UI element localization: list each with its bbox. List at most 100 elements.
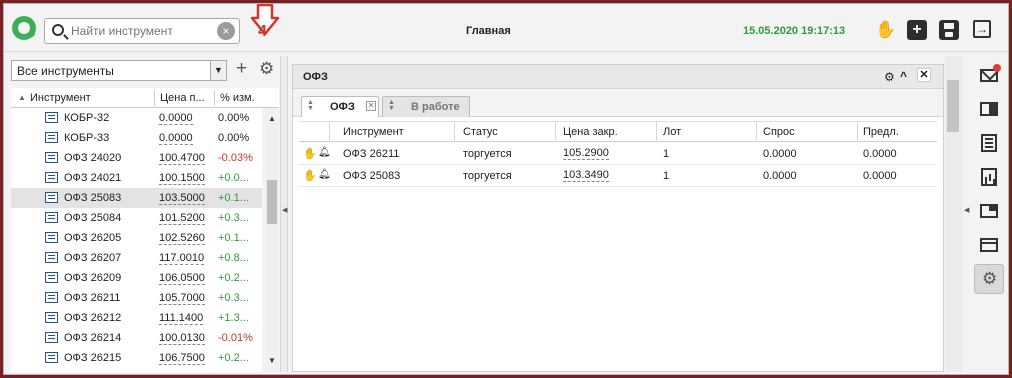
list-item[interactable]: КОБР-32 0.0000 0.00% — [11, 108, 262, 128]
instrument-change: -0.01% — [218, 332, 253, 344]
bonds-widget: ОФЗ ⚙ ^ ✕ ▲ ▼ ОФЗ ✕ ▲ ▼ В работе Инструмен… — [292, 64, 944, 372]
server-datetime: 15.05.2020 19:17:13 — [743, 25, 846, 37]
list-item[interactable]: ОФЗ 24021 100.1500 +0.0... — [11, 168, 262, 188]
list-item[interactable]: ОФЗ 26211 105.7000 +0.3... — [11, 288, 262, 308]
column-divider[interactable] — [154, 90, 155, 106]
column-divider[interactable] — [214, 90, 215, 106]
column-header-instrument[interactable]: Инструмент — [30, 92, 91, 104]
widget-settings-icon[interactable]: ⚙ — [884, 70, 895, 84]
bond-icon — [45, 252, 58, 263]
list-item[interactable]: ОФЗ 26209 106.0500 +0.2... — [11, 268, 262, 288]
card-button[interactable] — [974, 230, 1004, 260]
messages-button[interactable] — [974, 60, 1004, 90]
list-item[interactable]: ОФЗ 26214 100.0130 -0.01% — [11, 328, 262, 348]
instrument-change: 0.00% — [218, 112, 250, 124]
chart-icon — [981, 168, 997, 186]
window-button[interactable] — [974, 196, 1004, 226]
panel-button[interactable] — [974, 94, 1004, 124]
bond-icon — [45, 172, 58, 183]
hand-icon[interactable]: ✋ — [875, 20, 896, 40]
left-splitter[interactable]: ◀ — [280, 56, 288, 372]
gear-icon[interactable]: ⚙ — [259, 60, 274, 78]
table-row[interactable]: ✋ 🔔︎ ОФЗ 25083 торгуется 103.3490 1 0.0000 0.00… — [299, 165, 937, 187]
list-item[interactable]: ОФЗ 25084 101.5200 +0.3... — [11, 208, 262, 228]
collapse-right-icon[interactable]: ◀ — [964, 206, 969, 214]
annotation-number: 4 — [258, 23, 267, 40]
collapse-widget-icon[interactable]: ^ — [900, 69, 907, 83]
close-widget-button[interactable]: ✕ — [917, 68, 931, 82]
instrument-price: 100.4700 — [159, 152, 205, 165]
column-header-price[interactable]: Цена п... — [160, 92, 205, 104]
right-sidebar: ⚙ — [970, 56, 1008, 372]
list-item[interactable]: ОФЗ 26205 102.5260 +0.1... — [11, 228, 262, 248]
search-box[interactable]: × — [44, 18, 240, 44]
widget-title: ОФЗ — [303, 71, 328, 83]
bond-icon — [45, 352, 58, 363]
list-button[interactable] — [974, 128, 1004, 158]
bond-icon — [45, 312, 58, 323]
column-divider[interactable] — [329, 122, 330, 142]
widget-scrollbar[interactable] — [945, 56, 963, 372]
sort-asc-icon[interactable]: ▲ — [18, 93, 26, 102]
trade-hand-icon[interactable]: ✋ — [303, 169, 317, 182]
list-item[interactable]: ОФЗ 26212 111.1400 +1.3... — [11, 308, 262, 328]
chevron-down-icon[interactable]: ▼ — [210, 61, 226, 80]
list-item[interactable]: ОФЗ 26215 106.7500 +0.2... — [11, 348, 262, 368]
column-header-bid[interactable]: Спрос — [763, 126, 795, 138]
add-instrument-button[interactable]: + — [236, 59, 247, 78]
scroll-down-icon[interactable]: ▼ — [268, 356, 276, 365]
column-header-ask[interactable]: Предл. — [863, 126, 899, 138]
column-header-status[interactable]: Статус — [463, 126, 498, 138]
add-widget-button[interactable]: + — [907, 20, 927, 40]
collapse-left-icon[interactable]: ◀ — [282, 206, 287, 214]
bond-icon — [45, 152, 58, 163]
column-header-instrument[interactable]: Инструмент — [343, 126, 404, 138]
tab-in-work[interactable]: ▲ ▼ В работе — [382, 96, 470, 117]
instrument-change: -0.03% — [218, 152, 253, 164]
settings-button[interactable]: ⚙ — [974, 264, 1004, 294]
column-header-change[interactable]: % изм. — [220, 92, 255, 104]
column-divider[interactable] — [656, 122, 657, 142]
instrument-price: 0.0000 — [159, 112, 193, 125]
column-divider[interactable] — [857, 122, 858, 142]
list-item[interactable]: ОФЗ 26207 117.0010 +0.8... — [11, 248, 262, 268]
column-header-close-price[interactable]: Цена закр. — [563, 126, 618, 138]
column-divider[interactable] — [756, 122, 757, 142]
column-divider[interactable] — [555, 122, 556, 142]
scroll-thumb[interactable] — [267, 180, 277, 224]
bond-icon — [45, 192, 58, 203]
scroll-thumb[interactable] — [947, 80, 959, 132]
search-input[interactable] — [71, 22, 211, 40]
instrument-change: +0.2... — [218, 352, 249, 364]
list-item[interactable]: КОБР-33 0.0000 0.00% — [11, 128, 262, 148]
instrument-price: 105.7000 — [159, 292, 205, 305]
bell-icon[interactable]: 🔔︎ — [318, 169, 331, 180]
tab-ofz[interactable]: ▲ ▼ ОФЗ ✕ — [301, 96, 379, 117]
bell-icon[interactable]: 🔔︎ — [318, 147, 331, 158]
reorder-icon[interactable]: ▲ ▼ — [307, 99, 314, 112]
instrument-cell: ОФЗ 25083 — [343, 170, 401, 182]
window-icon — [980, 204, 998, 218]
column-divider[interactable] — [454, 122, 455, 142]
column-header-lot[interactable]: Лот — [663, 126, 681, 138]
instrument-name: ОФЗ 26211 — [64, 292, 121, 304]
instrument-name: ОФЗ 24020 — [64, 152, 122, 164]
list-item[interactable]: ОФЗ 25083 103.5000 +0.1... — [11, 188, 262, 208]
list-item[interactable]: ОФЗ 24020 100.4700 -0.03% — [11, 148, 262, 168]
trade-hand-icon[interactable]: ✋ — [303, 147, 317, 160]
clear-search-button[interactable]: × — [217, 22, 235, 40]
logout-icon[interactable]: → — [973, 20, 991, 38]
reorder-icon[interactable]: ▲ ▼ — [388, 99, 395, 112]
save-button[interactable] — [939, 20, 959, 40]
status-cell: торгуется — [463, 170, 512, 182]
status-cell: торгуется — [463, 148, 512, 160]
page-title: Главная — [466, 25, 511, 37]
scroll-up-icon[interactable]: ▲ — [268, 114, 276, 123]
table-row[interactable]: ✋ 🔔︎ ОФЗ 26211 торгуется 105.2900 1 0.0000 0.00… — [299, 143, 937, 165]
instrument-filter-select[interactable]: Все инструменты ▼ — [11, 60, 227, 81]
chart-button[interactable] — [974, 162, 1004, 192]
instrument-change: +0.8... — [218, 252, 249, 264]
instrument-name: ОФЗ 26214 — [64, 332, 122, 344]
instrument-list-scrollbar[interactable]: ▲ ▼ — [265, 108, 279, 372]
close-tab-icon[interactable]: ✕ — [366, 101, 376, 111]
